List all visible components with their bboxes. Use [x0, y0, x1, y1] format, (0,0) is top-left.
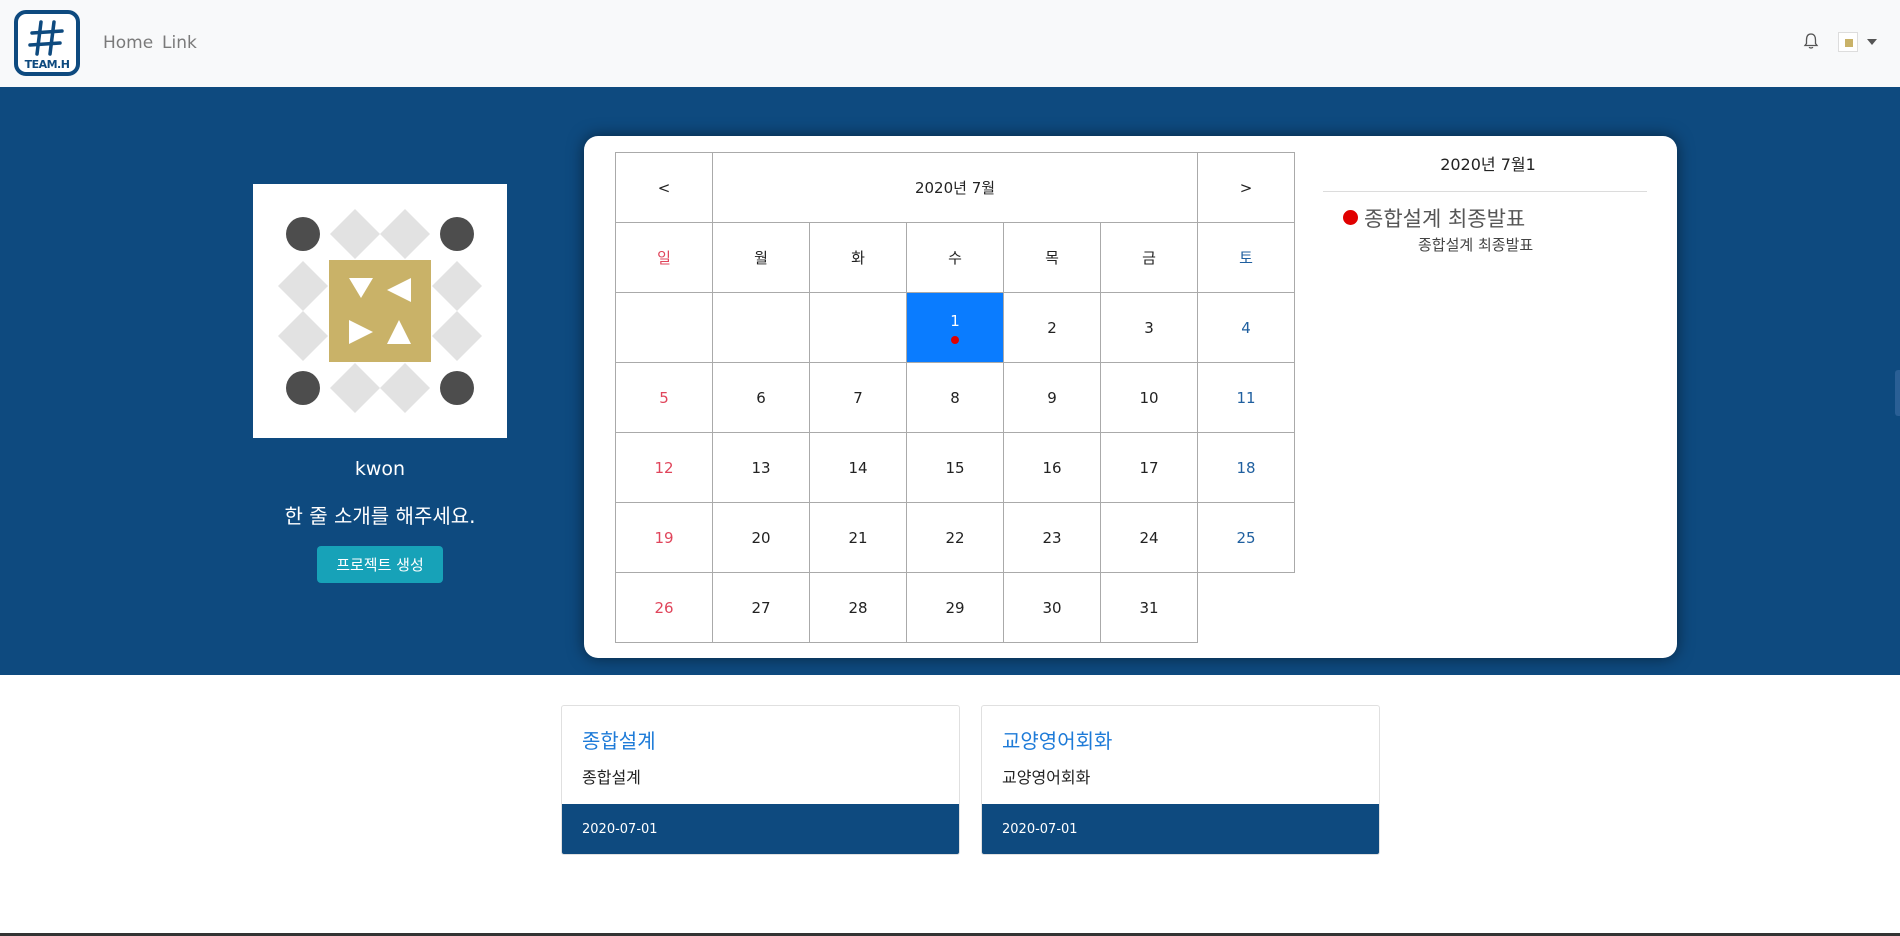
logo-text: TEAM.H [24, 58, 70, 71]
calendar-day-cell[interactable]: 28 [809, 572, 907, 643]
profile-username: kwon [354, 458, 406, 480]
calendar-day-cell[interactable]: 21 [809, 502, 907, 573]
calendar-day-cell[interactable]: 6 [712, 362, 810, 433]
weekday-header: 일 [615, 222, 713, 293]
identicon-image [278, 209, 482, 413]
project-card-title[interactable]: 교양영어회화 [1002, 725, 1112, 754]
weekday-header: 화 [809, 222, 907, 293]
weekday-header: 수 [906, 222, 1004, 293]
calendar-day-cell[interactable]: 27 [712, 572, 810, 643]
project-card[interactable]: 교양영어회화 교양영어회화 2020-07-01 [981, 705, 1380, 855]
calendar-day-cell[interactable]: 24 [1100, 502, 1198, 573]
calendar-day-cell[interactable]: 22 [906, 502, 1004, 573]
weekday-header: 금 [1100, 222, 1198, 293]
calendar-day-cell[interactable]: 8 [906, 362, 1004, 433]
profile-avatar [253, 184, 507, 438]
navbar: TEAM.H Home Link [0, 0, 1900, 87]
team-h-logo[interactable]: TEAM.H [14, 10, 80, 76]
calendar-day-cell[interactable] [809, 292, 907, 363]
calendar-day-cell[interactable]: 26 [615, 572, 713, 643]
weekday-header: 토 [1197, 222, 1295, 293]
calendar-day-cell[interactable]: 31 [1100, 572, 1198, 643]
schedule-date-title: 2020년 7월1 [1440, 155, 1536, 174]
calendar-day-cell[interactable]: 3 [1100, 292, 1198, 363]
profile-intro[interactable]: 한 줄 소개를 해주세요. [230, 500, 530, 529]
calendar-day-cell[interactable] [712, 292, 810, 363]
calendar-day-cell[interactable]: 20 [712, 502, 810, 573]
calendar-day-cell[interactable]: 12 [615, 432, 713, 503]
project-card-date: 2020-07-01 [582, 822, 658, 837]
create-project-button[interactable]: 프로젝트 생성 [317, 546, 443, 583]
day-number: 1 [950, 311, 960, 330]
schedule-divider [1323, 191, 1647, 192]
project-card-title[interactable]: 종합설계 [582, 725, 656, 754]
schedule-event-description: 종합설계 최종발표 [1418, 236, 1534, 254]
project-card-footer: 2020-07-01 [982, 804, 1379, 854]
bell-icon[interactable] [1803, 32, 1819, 50]
calendar-day-cell[interactable]: 16 [1003, 432, 1101, 503]
calendar-day-cell[interactable]: 9 [1003, 362, 1101, 433]
side-scroll-tab[interactable] [1895, 370, 1900, 416]
event-dot-icon [1343, 210, 1358, 225]
calendar-day-cell[interactable]: 18 [1197, 432, 1295, 503]
project-card-footer: 2020-07-01 [562, 804, 959, 854]
project-card-description: 종합설계 [582, 768, 641, 787]
calendar-day-cell[interactable]: 30 [1003, 572, 1101, 643]
calendar-day-cell[interactable] [615, 292, 713, 363]
project-card[interactable]: 종합설계 종합설계 2020-07-01 [561, 705, 960, 855]
calendar-day-cell[interactable]: 11 [1197, 362, 1295, 433]
calendar-day-cell[interactable]: 23 [1003, 502, 1101, 573]
calendar-day-cell[interactable]: 15 [906, 432, 1004, 503]
nav-link-home[interactable]: Home [103, 33, 153, 53]
nav-link-link[interactable]: Link [162, 33, 197, 53]
calendar-day-cell[interactable]: 29 [906, 572, 1004, 643]
calendar-day-cell[interactable]: 19 [615, 502, 713, 573]
calendar-day-cell[interactable]: 7 [809, 362, 907, 433]
user-avatar-small[interactable] [1838, 32, 1858, 52]
calendar-table: < 2020년 7월 > 일 월 화 수 목 금 토 1 2 3 4 5 6 7… [615, 152, 1295, 643]
prev-month-button[interactable]: < [615, 152, 713, 223]
calendar-day-cell[interactable]: 2 [1003, 292, 1101, 363]
calendar-month-title: 2020년 7월 [712, 152, 1198, 223]
calendar-empty-cell [1198, 573, 1295, 643]
hash-logo-icon [28, 20, 64, 56]
next-month-button[interactable]: > [1197, 152, 1295, 223]
event-dot-icon [951, 335, 959, 344]
calendar-day-cell[interactable]: 13 [712, 432, 810, 503]
chevron-down-icon[interactable] [1867, 39, 1877, 45]
schedule-event-name[interactable]: 종합설계 최종발표 [1364, 203, 1525, 233]
calendar-day-cell[interactable]: 25 [1197, 502, 1295, 573]
weekday-header: 목 [1003, 222, 1101, 293]
calendar-day-cell[interactable]: 17 [1100, 432, 1198, 503]
calendar-day-cell[interactable]: 10 [1100, 362, 1198, 433]
calendar-day-cell[interactable]: 14 [809, 432, 907, 503]
project-card-date: 2020-07-01 [1002, 822, 1078, 837]
calendar-day-cell-selected[interactable]: 1 [906, 292, 1004, 363]
calendar-day-cell[interactable]: 4 [1197, 292, 1295, 363]
weekday-header: 월 [712, 222, 810, 293]
calendar-day-cell[interactable]: 5 [615, 362, 713, 433]
project-card-description: 교양영어회화 [1002, 768, 1091, 787]
